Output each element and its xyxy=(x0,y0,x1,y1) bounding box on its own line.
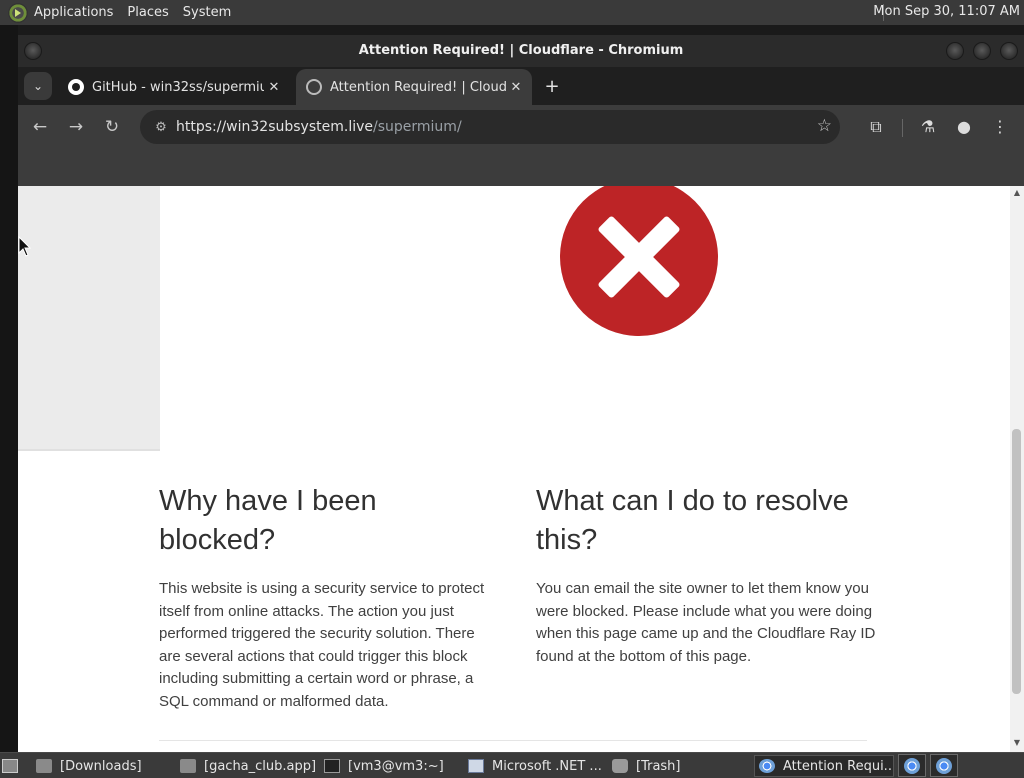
show-desktop-icon xyxy=(2,759,18,773)
resolve-text: You can email the site owner to let them… xyxy=(536,580,876,665)
x-mark-icon xyxy=(598,216,680,298)
reload-button[interactable]: ↻ xyxy=(98,113,126,141)
chevron-down-icon: ⌄ xyxy=(32,79,44,93)
minimize-button[interactable] xyxy=(946,42,964,60)
taskbar-item-chromium[interactable]: Attention Requi... xyxy=(754,755,894,777)
distro-logo-icon[interactable] xyxy=(8,2,28,23)
terminal-icon xyxy=(324,759,340,773)
resolve-section: What can I do to resolve this? You can e… xyxy=(536,482,876,668)
resolve-heading: What can I do to resolve this? xyxy=(536,485,849,556)
why-blocked-section: Why have I been blocked? This website is… xyxy=(159,482,499,713)
taskbar-item-terminal[interactable]: [vm3@vm3:~] xyxy=(324,755,462,777)
close-tab-icon[interactable]: ✕ xyxy=(506,80,526,95)
extensions-icon[interactable]: ⧉ xyxy=(862,113,890,141)
panel-clock[interactable]: Mon Sep 30, 11:07 AM xyxy=(873,4,1020,19)
page-viewport: Why have I been blocked? This website is… xyxy=(18,186,1024,752)
mouse-cursor-icon xyxy=(18,236,32,257)
github-icon xyxy=(68,79,84,95)
maximize-button[interactable] xyxy=(973,42,991,60)
tab-title: Attention Required! | Cloudflare xyxy=(330,79,506,95)
menu-kebab-icon[interactable]: ⋮ xyxy=(986,113,1014,141)
taskbar-item-gacha-club[interactable]: [gacha_club.app] xyxy=(180,755,318,777)
folder-icon xyxy=(36,759,52,773)
workspace-2-button[interactable] xyxy=(930,754,958,777)
scroll-down-icon[interactable]: ▼ xyxy=(1010,738,1024,750)
blocked-error-icon xyxy=(560,186,718,336)
folder-icon xyxy=(180,759,196,773)
browser-window: Attention Required! | Cloudflare - Chrom… xyxy=(18,35,1024,752)
applications-menu[interactable]: Applications xyxy=(34,5,113,20)
site-info-icon[interactable]: ⚙ xyxy=(146,120,176,135)
back-button[interactable]: ← xyxy=(26,113,54,141)
toolbar-divider xyxy=(902,119,903,137)
globe-icon xyxy=(306,79,322,95)
taskbar-item-trash[interactable]: [Trash] xyxy=(612,755,750,777)
page-scrollbar[interactable]: ▲ ▼ xyxy=(1010,186,1024,752)
why-blocked-text: This website is using a security service… xyxy=(159,580,485,710)
browser-toolbar: ← → ↻ ⚙ https://win32subsystem.live/supe… xyxy=(18,105,1024,149)
profile-icon[interactable]: ● xyxy=(950,113,978,141)
chromium-icon xyxy=(759,759,775,773)
why-blocked-heading: Why have I been blocked? xyxy=(159,485,377,556)
tab-attention-required[interactable]: Attention Required! | Cloudflare ✕ xyxy=(296,69,532,105)
section-divider xyxy=(159,740,867,741)
url-text[interactable]: https://win32subsystem.live/supermium/ xyxy=(176,119,462,135)
chromium-icon xyxy=(936,757,952,774)
desktop-background xyxy=(0,25,18,752)
tab-strip: ⌄ GitHub - win32ss/supermium ✕ Attention… xyxy=(18,67,1024,105)
window-titlebar[interactable]: Attention Required! | Cloudflare - Chrom… xyxy=(18,35,1024,67)
tab-title: GitHub - win32ss/supermium xyxy=(92,79,264,95)
window-icon xyxy=(468,759,484,773)
taskbar-item-downloads[interactable]: [Downloads] xyxy=(36,755,174,777)
tab-search-button[interactable]: ⌄ xyxy=(24,72,52,100)
chromium-icon xyxy=(904,757,920,774)
system-menu[interactable]: System xyxy=(183,5,231,20)
places-menu[interactable]: Places xyxy=(127,5,168,20)
window-title: Attention Required! | Cloudflare - Chrom… xyxy=(358,43,684,58)
trash-icon xyxy=(612,759,628,773)
labs-flask-icon[interactable]: ⚗ xyxy=(914,113,942,141)
scrollbar-thumb[interactable] xyxy=(1012,429,1021,694)
window-menu-button[interactable] xyxy=(24,42,42,60)
bookmark-star-icon[interactable]: ☆ xyxy=(817,116,832,136)
workspace-1-button[interactable] xyxy=(898,754,926,777)
show-desktop-button[interactable] xyxy=(2,755,26,777)
close-window-button[interactable] xyxy=(1000,42,1018,60)
scroll-up-icon[interactable]: ▲ xyxy=(1010,188,1024,200)
address-bar[interactable]: ⚙ https://win32subsystem.live/supermium/… xyxy=(140,110,840,144)
taskbar-item-dotnet[interactable]: Microsoft .NET ... xyxy=(468,755,606,777)
placeholder-panel xyxy=(18,186,160,451)
top-panel: Applications Places System Mon Sep 30, 1… xyxy=(0,0,1024,25)
close-tab-icon[interactable]: ✕ xyxy=(264,80,284,95)
taskbar: [Downloads] [gacha_club.app] [vm3@vm3:~]… xyxy=(0,752,1024,778)
bookmark-bar xyxy=(18,149,1024,186)
tab-github[interactable]: GitHub - win32ss/supermium ✕ xyxy=(58,69,290,105)
new-tab-button[interactable]: + xyxy=(538,73,566,101)
forward-button[interactable]: → xyxy=(62,113,90,141)
